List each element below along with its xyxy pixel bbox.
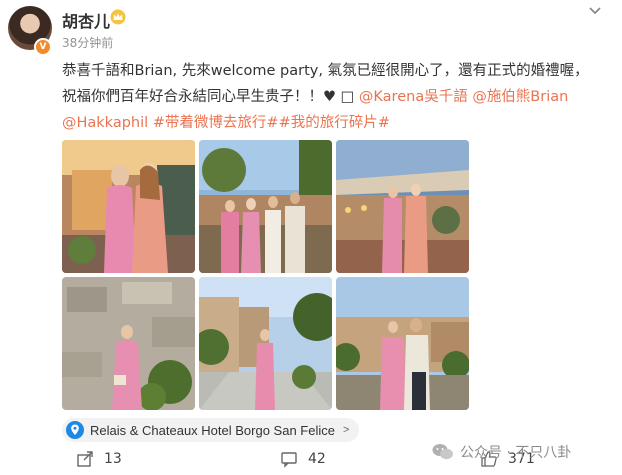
- watermark-text: 公众号 · 不只八卦: [460, 445, 572, 461]
- post-text: 恭喜千語和Brian, 先來welcome party, 氣氛已經很開心了，還有…: [62, 58, 602, 136]
- photo-1[interactable]: [62, 140, 195, 273]
- mention-hakkaphil[interactable]: @Hakkaphil: [62, 115, 148, 131]
- verified-badge-icon: V: [34, 38, 52, 56]
- comment-button[interactable]: 42: [280, 450, 326, 468]
- wechat-icon: [432, 444, 453, 460]
- location-tag[interactable]: Relais & Chateaux Hotel Borgo San Felice…: [62, 418, 360, 442]
- photo-6[interactable]: [336, 277, 469, 410]
- heart-icon: □: [340, 89, 355, 105]
- location-name: Relais & Chateaux Hotel Borgo San Felice: [90, 422, 335, 438]
- mention-brian[interactable]: @施伯熊Brian: [472, 89, 568, 105]
- hashtag-fragments[interactable]: #我的旅行碎片#: [279, 115, 390, 131]
- watermark: 公众号 · 不只八卦: [432, 442, 571, 462]
- chevron-down-icon[interactable]: [586, 2, 604, 20]
- photo-grid: [62, 140, 470, 410]
- crown-icon: [110, 9, 126, 25]
- photo-3[interactable]: [336, 140, 469, 273]
- share-button[interactable]: 13: [76, 450, 122, 468]
- share-icon: [77, 451, 93, 467]
- hashtag-travel[interactable]: #带着微博去旅行#: [153, 115, 279, 131]
- photo-2[interactable]: [199, 140, 332, 273]
- photo-5[interactable]: [199, 277, 332, 410]
- username[interactable]: 胡杏儿: [62, 8, 110, 32]
- location-arrow-icon: >: [342, 424, 350, 436]
- comment-icon: [281, 452, 297, 468]
- location-pin-icon: [66, 421, 84, 439]
- comment-count: 42: [308, 451, 326, 467]
- photo-4[interactable]: [62, 277, 195, 410]
- mention-karena[interactable]: @Karena吳千語: [359, 89, 468, 105]
- share-count: 13: [104, 451, 122, 467]
- post-time[interactable]: 38分钟前: [62, 34, 113, 51]
